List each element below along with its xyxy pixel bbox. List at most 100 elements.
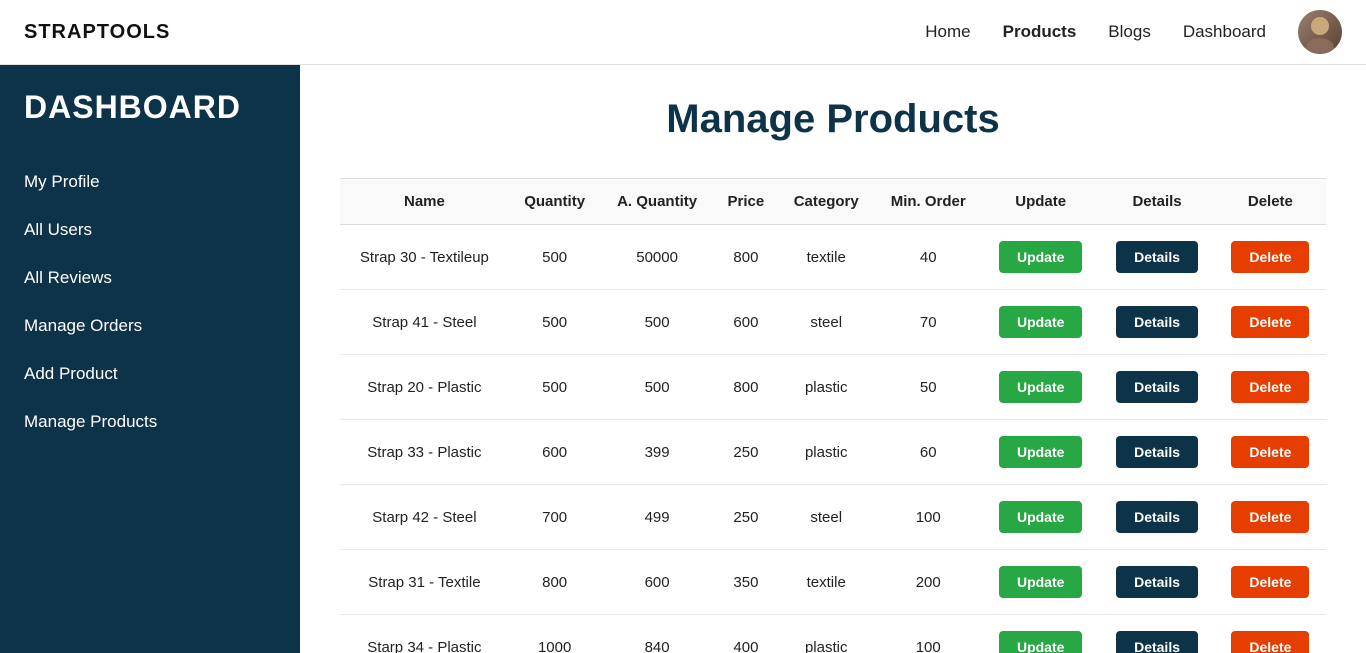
cell-quantity-6: 1000 [509, 615, 601, 653]
cell-delete-4[interactable]: Delete [1215, 485, 1326, 550]
cell-name-1: Strap 41 - Steel [340, 290, 509, 355]
cell-details-2[interactable]: Details [1099, 355, 1215, 420]
cell-available-quantity-6: 840 [600, 615, 713, 653]
cell-available-quantity-5: 600 [600, 550, 713, 615]
cell-category-1: steel [778, 290, 874, 355]
col-details: Details [1099, 179, 1215, 225]
cell-delete-2[interactable]: Delete [1215, 355, 1326, 420]
update-button-0[interactable]: Update [999, 241, 1082, 273]
cell-name-5: Strap 31 - Textile [340, 550, 509, 615]
delete-button-1[interactable]: Delete [1231, 306, 1309, 338]
page-title: Manage Products [340, 97, 1326, 142]
cell-price-0: 800 [714, 225, 778, 290]
update-button-4[interactable]: Update [999, 501, 1082, 533]
cell-price-4: 250 [714, 485, 778, 550]
delete-button-3[interactable]: Delete [1231, 436, 1309, 468]
products-table: Name Quantity A. Quantity Price Category… [340, 178, 1326, 653]
cell-delete-3[interactable]: Delete [1215, 420, 1326, 485]
cell-available-quantity-0: 50000 [600, 225, 713, 290]
cell-available-quantity-2: 500 [600, 355, 713, 420]
cell-min-order-6: 100 [874, 615, 982, 653]
cell-update-0[interactable]: Update [982, 225, 1099, 290]
cell-delete-6[interactable]: Delete [1215, 615, 1326, 653]
cell-update-3[interactable]: Update [982, 420, 1099, 485]
sidebar-item-add-product[interactable]: Add Product [0, 350, 300, 398]
avatar-svg [1298, 10, 1342, 54]
cell-update-1[interactable]: Update [982, 290, 1099, 355]
cell-delete-1[interactable]: Delete [1215, 290, 1326, 355]
delete-button-2[interactable]: Delete [1231, 371, 1309, 403]
nav-dashboard[interactable]: Dashboard [1183, 22, 1266, 42]
col-category: Category [778, 179, 874, 225]
cell-delete-5[interactable]: Delete [1215, 550, 1326, 615]
nav-blogs[interactable]: Blogs [1108, 22, 1151, 42]
delete-button-5[interactable]: Delete [1231, 566, 1309, 598]
layout: DASHBOARD My Profile All Users All Revie… [0, 65, 1366, 653]
table-row: Starp 34 - Plastic 1000 840 400 plastic … [340, 615, 1326, 653]
cell-details-0[interactable]: Details [1099, 225, 1215, 290]
update-button-1[interactable]: Update [999, 306, 1082, 338]
cell-quantity-3: 600 [509, 420, 601, 485]
cell-quantity-2: 500 [509, 355, 601, 420]
navbar: STRAPTOOLS Home Products Blogs Dashboard [0, 0, 1366, 65]
details-button-3[interactable]: Details [1116, 436, 1198, 468]
sidebar-item-all-users[interactable]: All Users [0, 206, 300, 254]
cell-update-5[interactable]: Update [982, 550, 1099, 615]
cell-details-1[interactable]: Details [1099, 290, 1215, 355]
details-button-5[interactable]: Details [1116, 566, 1198, 598]
details-button-2[interactable]: Details [1116, 371, 1198, 403]
table-row: Strap 30 - Textileup 500 50000 800 texti… [340, 225, 1326, 290]
table-row: Starp 42 - Steel 700 499 250 steel 100 U… [340, 485, 1326, 550]
delete-button-6[interactable]: Delete [1231, 631, 1309, 653]
cell-price-1: 600 [714, 290, 778, 355]
cell-quantity-1: 500 [509, 290, 601, 355]
sidebar-item-manage-orders[interactable]: Manage Orders [0, 302, 300, 350]
cell-update-4[interactable]: Update [982, 485, 1099, 550]
cell-details-3[interactable]: Details [1099, 420, 1215, 485]
cell-name-3: Strap 33 - Plastic [340, 420, 509, 485]
sidebar-title: DASHBOARD [0, 89, 300, 158]
cell-category-4: steel [778, 485, 874, 550]
cell-available-quantity-1: 500 [600, 290, 713, 355]
navbar-links: Home Products Blogs Dashboard [925, 10, 1342, 54]
nav-home[interactable]: Home [925, 22, 970, 42]
cell-details-4[interactable]: Details [1099, 485, 1215, 550]
brand-logo: STRAPTOOLS [24, 21, 170, 44]
cell-name-4: Starp 42 - Steel [340, 485, 509, 550]
details-button-6[interactable]: Details [1116, 631, 1198, 653]
col-price: Price [714, 179, 778, 225]
col-available-quantity: A. Quantity [600, 179, 713, 225]
sidebar-item-manage-products[interactable]: Manage Products [0, 398, 300, 446]
sidebar: DASHBOARD My Profile All Users All Revie… [0, 65, 300, 653]
details-button-1[interactable]: Details [1116, 306, 1198, 338]
update-button-2[interactable]: Update [999, 371, 1082, 403]
cell-category-0: textile [778, 225, 874, 290]
avatar-image [1298, 10, 1342, 54]
cell-min-order-0: 40 [874, 225, 982, 290]
table-row: Strap 20 - Plastic 500 500 800 plastic 5… [340, 355, 1326, 420]
nav-products[interactable]: Products [1003, 22, 1077, 42]
update-button-5[interactable]: Update [999, 566, 1082, 598]
cell-quantity-5: 800 [509, 550, 601, 615]
cell-min-order-3: 60 [874, 420, 982, 485]
cell-min-order-4: 100 [874, 485, 982, 550]
delete-button-4[interactable]: Delete [1231, 501, 1309, 533]
cell-update-6[interactable]: Update [982, 615, 1099, 653]
delete-button-0[interactable]: Delete [1231, 241, 1309, 273]
cell-update-2[interactable]: Update [982, 355, 1099, 420]
table-row: Strap 41 - Steel 500 500 600 steel 70 Up… [340, 290, 1326, 355]
cell-delete-0[interactable]: Delete [1215, 225, 1326, 290]
avatar[interactable] [1298, 10, 1342, 54]
cell-min-order-5: 200 [874, 550, 982, 615]
cell-details-5[interactable]: Details [1099, 550, 1215, 615]
cell-quantity-0: 500 [509, 225, 601, 290]
update-button-6[interactable]: Update [999, 631, 1082, 653]
sidebar-item-all-reviews[interactable]: All Reviews [0, 254, 300, 302]
update-button-3[interactable]: Update [999, 436, 1082, 468]
cell-category-5: textile [778, 550, 874, 615]
cell-details-6[interactable]: Details [1099, 615, 1215, 653]
details-button-0[interactable]: Details [1116, 241, 1198, 273]
cell-price-2: 800 [714, 355, 778, 420]
sidebar-item-my-profile[interactable]: My Profile [0, 158, 300, 206]
details-button-4[interactable]: Details [1116, 501, 1198, 533]
